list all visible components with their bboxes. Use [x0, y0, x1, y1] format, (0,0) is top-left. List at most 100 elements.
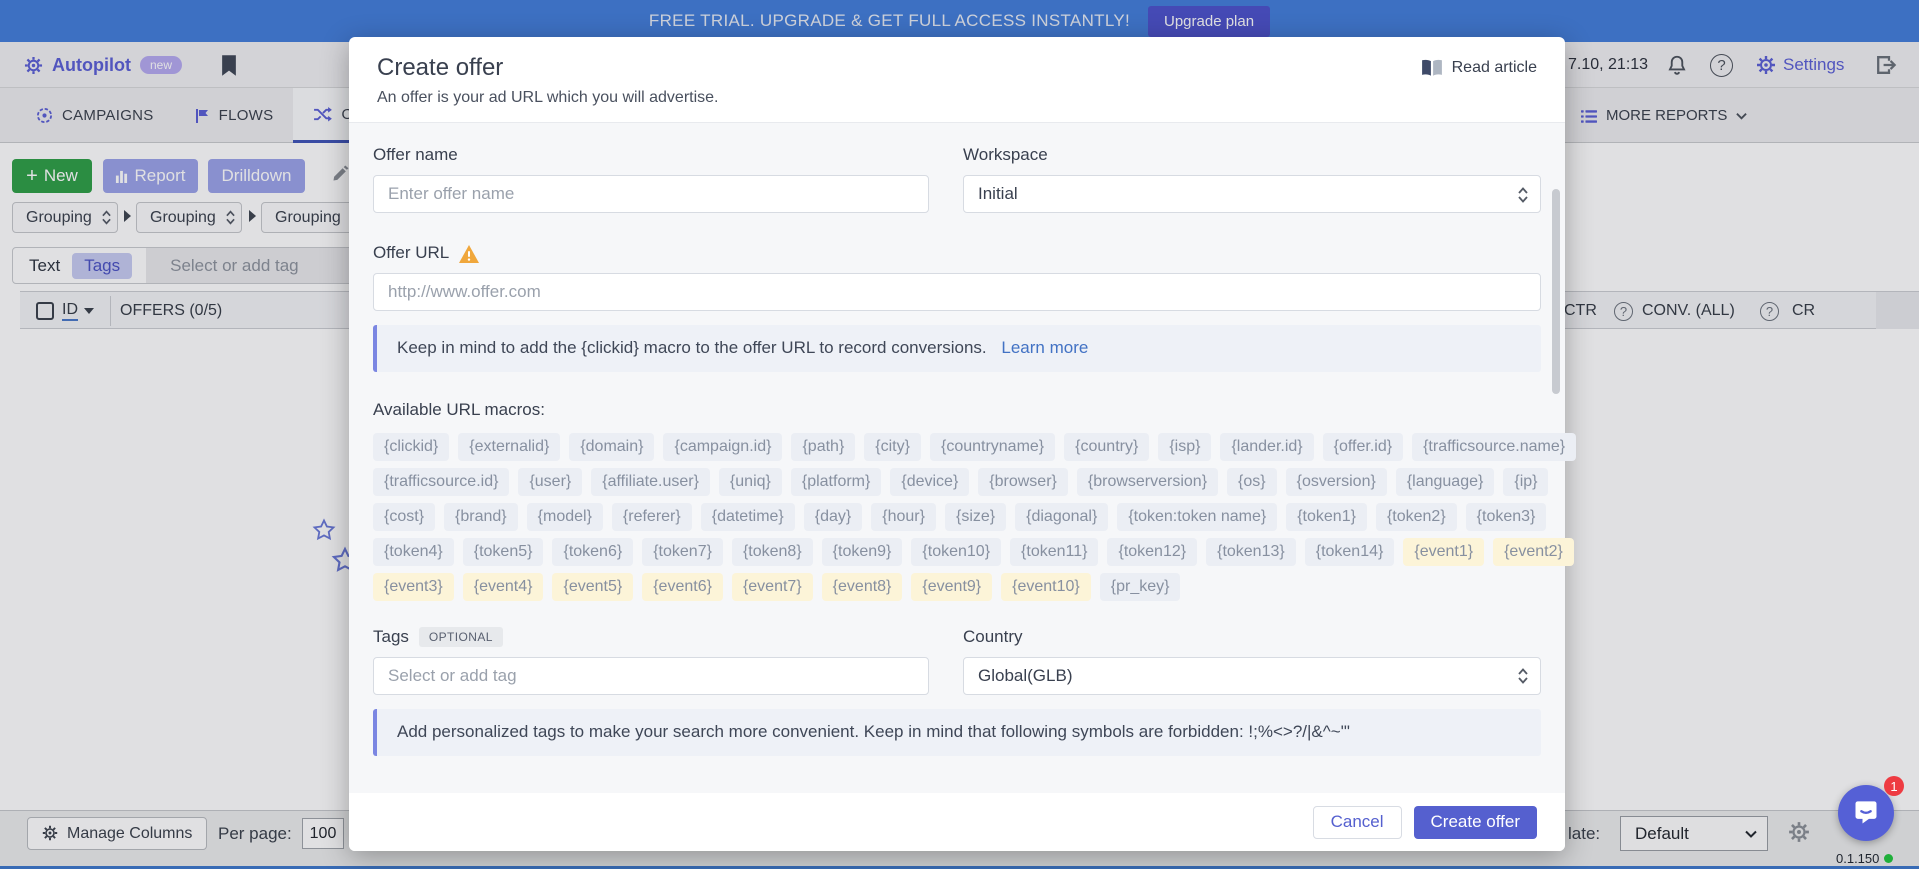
macro-chip[interactable]: {event8} [822, 573, 903, 601]
macro-chip[interactable]: {platform} [791, 468, 881, 496]
status-dot [1884, 854, 1893, 863]
read-article-label: Read article [1452, 59, 1537, 77]
macro-chip[interactable]: {hour} [871, 503, 936, 531]
clickid-note-text: Keep in mind to add the {clickid} macro … [397, 338, 987, 357]
offer-name-label: Offer name [373, 145, 929, 165]
learn-more-link[interactable]: Learn more [1001, 338, 1088, 357]
updown-icon [1518, 184, 1528, 204]
modal-footer: Cancel Create offer [349, 793, 1565, 851]
workspace-value: Initial [978, 184, 1018, 204]
macro-chip[interactable]: {uniq} [719, 468, 782, 496]
macro-chip[interactable]: {offer.id} [1323, 433, 1403, 461]
macro-chip[interactable]: {pr_key} [1100, 573, 1181, 601]
macro-chip[interactable]: {token13} [1206, 538, 1296, 566]
macro-chip[interactable]: {event1} [1403, 538, 1484, 566]
macro-chip[interactable]: {affiliate.user} [591, 468, 710, 496]
macro-chip[interactable]: {token2} [1376, 503, 1457, 531]
macro-chip[interactable]: {size} [945, 503, 1006, 531]
macro-chip[interactable]: {token5} [463, 538, 544, 566]
macro-chip[interactable]: {event7} [732, 573, 813, 601]
macro-chip[interactable]: {event10} [1001, 573, 1091, 601]
macro-chip[interactable]: {osversion} [1286, 468, 1387, 496]
macro-chip[interactable]: {token1} [1286, 503, 1367, 531]
macro-row: {event3} {event4} {event5} {event6} {event7}… [373, 573, 1541, 601]
macro-chip[interactable]: {event3} [373, 573, 454, 601]
macro-chip[interactable]: {event9} [911, 573, 992, 601]
macro-chip[interactable]: {token4} [373, 538, 454, 566]
macro-chip[interactable]: {domain} [569, 433, 654, 461]
tags-note: Add personalized tags to make your searc… [373, 709, 1541, 756]
macro-chip[interactable]: {token10} [911, 538, 1001, 566]
macro-chip[interactable]: {event5} [552, 573, 633, 601]
macro-chip[interactable]: {event6} [642, 573, 723, 601]
macro-chip[interactable]: {token14} [1305, 538, 1395, 566]
workspace-label: Workspace [963, 145, 1541, 165]
macro-chip[interactable]: {browserversion} [1077, 468, 1218, 496]
macro-chip[interactable]: {model} [527, 503, 603, 531]
modal-title: Create offer [377, 54, 1537, 82]
create-offer-button[interactable]: Create offer [1414, 806, 1537, 839]
macro-chip[interactable]: {ip} [1503, 468, 1548, 496]
macro-chip[interactable]: {isp} [1158, 433, 1211, 461]
macro-chip[interactable]: {diagonal} [1015, 503, 1108, 531]
chat-unread-badge: 1 [1884, 776, 1904, 796]
version-number: 0.1.150 [1836, 851, 1879, 866]
macro-chip[interactable]: {token:token name} [1117, 503, 1277, 531]
create-offer-modal: Create offer An offer is your ad URL whi… [349, 37, 1565, 851]
macro-row: {token4} {token5} {token6} {token7} {token8}… [373, 538, 1541, 566]
macro-chip[interactable]: {device} [890, 468, 969, 496]
macro-chip[interactable]: {datetime} [701, 503, 795, 531]
book-icon [1421, 59, 1443, 77]
macro-chip[interactable]: {trafficsource.id} [373, 468, 509, 496]
modal-body: Offer name Workspace Initial Offer URL [349, 123, 1565, 793]
macro-chip[interactable]: {event4} [463, 573, 544, 601]
macro-chip[interactable]: {country} [1064, 433, 1149, 461]
modal-subtitle: An offer is your ad URL which you will a… [377, 89, 1537, 107]
macro-chip[interactable]: {brand} [444, 503, 518, 531]
optional-badge: OPTIONAL [419, 627, 503, 647]
macro-chip[interactable]: {token11} [1010, 538, 1098, 566]
macro-chip[interactable]: {token3} [1466, 503, 1547, 531]
macro-chip[interactable]: {language} [1396, 468, 1495, 496]
country-value: Global(GLB) [978, 666, 1072, 686]
macro-chip[interactable]: {lander.id} [1220, 433, 1313, 461]
macro-chip[interactable]: {cost} [373, 503, 435, 531]
macro-chip[interactable]: {path} [791, 433, 855, 461]
version-indicator: 0.1.150 [1836, 851, 1893, 866]
tags-input[interactable] [373, 657, 929, 695]
macro-chip[interactable]: {token12} [1107, 538, 1197, 566]
macro-chip[interactable]: {token9} [822, 538, 903, 566]
macro-chip[interactable]: {referer} [612, 503, 692, 531]
macro-rows: {clickid} {externalid} {domain} {campaign.i… [373, 433, 1541, 601]
country-select[interactable]: Global(GLB) [963, 657, 1541, 695]
macro-chip[interactable]: {city} [864, 433, 921, 461]
macro-chip[interactable]: {event2} [1493, 538, 1574, 566]
offer-name-input[interactable] [373, 175, 929, 213]
macro-chip[interactable]: {campaign.id} [663, 433, 782, 461]
tags-label: Tags [373, 627, 409, 647]
macro-chip[interactable]: {countryname} [930, 433, 1055, 461]
modal-scrollbar[interactable] [1552, 189, 1560, 394]
macro-chip[interactable]: {token8} [732, 538, 813, 566]
offer-url-input[interactable] [373, 273, 1541, 311]
macro-chip[interactable]: {token6} [552, 538, 633, 566]
macros-label: Available URL macros: [373, 400, 1541, 420]
clickid-note: Keep in mind to add the {clickid} macro … [373, 325, 1541, 372]
offer-url-label: Offer URL [373, 243, 449, 263]
workspace-select[interactable]: Initial [963, 175, 1541, 213]
cancel-button[interactable]: Cancel [1313, 806, 1402, 839]
macro-chip[interactable]: {trafficsource.name} [1412, 433, 1576, 461]
macro-chip[interactable]: {clickid} [373, 433, 449, 461]
macro-chip[interactable]: {token7} [642, 538, 723, 566]
macro-chip[interactable]: {user} [518, 468, 582, 496]
macro-chip[interactable]: {day} [804, 503, 862, 531]
macro-chip[interactable]: {externalid} [458, 433, 560, 461]
macro-chip[interactable]: {os} [1227, 468, 1277, 496]
read-article-link[interactable]: Read article [1421, 59, 1537, 77]
country-label: Country [963, 627, 1541, 647]
chat-icon [1852, 799, 1880, 827]
warning-icon [459, 243, 479, 263]
chat-widget-button[interactable] [1838, 785, 1894, 841]
updown-icon [1518, 666, 1528, 686]
macro-chip[interactable]: {browser} [978, 468, 1068, 496]
